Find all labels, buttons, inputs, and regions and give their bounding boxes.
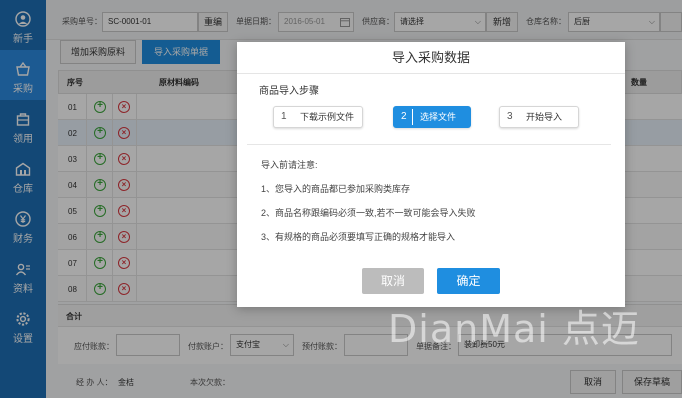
note-item: 2、商品名称跟编码必须一致,若不一致可能会导入失败 bbox=[261, 208, 476, 218]
import-dialog: 导入采购数据 商品导入步骤 1 下载示例文件 2 选择文件 3 开始导入 导入前… bbox=[237, 42, 625, 307]
cancel-button[interactable]: 取消 bbox=[362, 268, 424, 294]
dialog-title: 导入采购数据 bbox=[237, 42, 625, 74]
steps-title: 商品导入步骤 bbox=[259, 86, 319, 97]
step-label: 开始导入 bbox=[526, 112, 563, 122]
step-label: 选择文件 bbox=[420, 112, 457, 122]
confirm-button[interactable]: 确定 bbox=[437, 268, 500, 294]
watermark-logo: DianMai 点迈 bbox=[388, 307, 640, 351]
step-start-import[interactable]: 3 开始导入 bbox=[499, 106, 579, 128]
step-download-sample[interactable]: 1 下载示例文件 bbox=[273, 106, 363, 128]
step-number: 2 bbox=[401, 111, 407, 122]
notes-title: 导入前请注意: bbox=[261, 160, 318, 170]
step-select-file[interactable]: 2 选择文件 bbox=[393, 106, 471, 128]
note-item: 3、有规格的商品必须要填写正确的规格才能导入 bbox=[261, 232, 456, 242]
note-item: 1、您导入的商品都已参加采购类库存 bbox=[261, 184, 411, 194]
step-number: 3 bbox=[507, 111, 513, 122]
divider bbox=[247, 144, 611, 145]
step-number: 1 bbox=[281, 111, 287, 122]
step-label: 下载示例文件 bbox=[300, 112, 355, 122]
